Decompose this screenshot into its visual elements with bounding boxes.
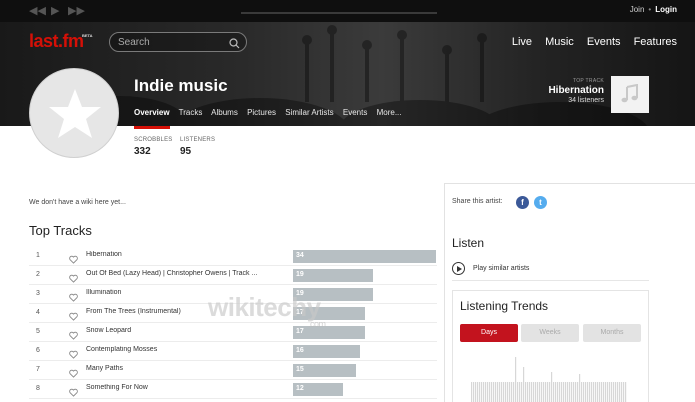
fast-forward-icon[interactable]: ▶▶ xyxy=(68,4,85,18)
top-tracks-list: 1 Hibernation 34 2 Out Of Bed (Lazy Head) | … xyxy=(29,247,437,399)
track-name[interactable]: Contemplating Mosses xyxy=(86,346,281,353)
share-label: Share this artist: xyxy=(452,198,503,205)
listener-count: 12 xyxy=(296,385,304,392)
listener-count-bar: 19 xyxy=(293,269,373,282)
facebook-icon: f xyxy=(521,198,524,207)
track-row[interactable]: 7 Many Paths 15 xyxy=(29,361,437,380)
listening-trends-title: Listening Trends xyxy=(460,299,549,313)
trends-weeks-button[interactable]: Weeks xyxy=(521,324,579,342)
player-bar: ◀◀ ▶ ▶▶ Join • Login xyxy=(0,0,695,22)
tab-similar-artists[interactable]: Similar Artists xyxy=(285,108,333,117)
track-row[interactable]: 5 Snow Leopard 17 xyxy=(29,323,437,342)
listeners-stat: LISTENERS 95 xyxy=(180,137,215,157)
trends-months-button[interactable]: Months xyxy=(583,324,641,342)
top-track-label: TOP TRACK xyxy=(572,78,604,84)
tab-pictures[interactable]: Pictures xyxy=(247,108,276,117)
logo-text: last.fm xyxy=(29,31,84,51)
play-icon[interactable]: ▶ xyxy=(51,4,59,18)
facebook-share-button[interactable]: f xyxy=(516,196,529,209)
top-tracks-title: Top Tracks xyxy=(29,223,92,238)
tab-overview[interactable]: Overview xyxy=(134,108,170,117)
track-number: 8 xyxy=(36,385,40,392)
tab-more[interactable]: More... xyxy=(377,108,402,117)
track-number: 5 xyxy=(36,328,40,335)
track-name[interactable]: Snow Leopard xyxy=(86,327,281,334)
scrobbles-stat: SCROBBLES 332 xyxy=(134,137,172,157)
top-track-name[interactable]: Hibernation xyxy=(548,85,604,96)
listener-count-bar: 12 xyxy=(293,383,343,396)
top-track-listeners: 34 listeners xyxy=(568,97,604,104)
twitter-share-button[interactable]: t xyxy=(534,196,547,209)
listener-count-bar: 17 xyxy=(293,326,365,339)
beta-badge: BETA xyxy=(81,33,93,38)
scrobbles-label: SCROBBLES xyxy=(134,137,173,143)
watermark: wikitechy .com xyxy=(208,292,326,329)
listener-count-bar: 16 xyxy=(293,345,360,358)
play-circle-icon[interactable] xyxy=(452,262,465,275)
divider xyxy=(452,280,649,281)
top-track-thumbnail[interactable] xyxy=(611,76,649,113)
top-track-info: TOP TRACK Hibernation 34 listeners xyxy=(548,78,604,104)
track-row[interactable]: 8 Something For Now 12 xyxy=(29,380,437,399)
nav-live[interactable]: Live xyxy=(512,36,532,48)
heart-icon[interactable] xyxy=(69,384,78,402)
listener-count: 19 xyxy=(296,271,304,278)
lastfm-logo[interactable]: last.fm BETA xyxy=(29,31,93,52)
join-link[interactable]: Join xyxy=(630,5,645,14)
trends-days-button[interactable]: Days xyxy=(460,324,518,342)
music-note-icon xyxy=(621,84,638,103)
tab-albums[interactable]: Albums xyxy=(211,108,238,117)
listener-count-bar: 15 xyxy=(293,364,356,377)
trend-chart xyxy=(471,357,627,402)
search-box xyxy=(109,32,247,52)
track-name[interactable]: Something For Now xyxy=(86,384,281,391)
listener-count: 15 xyxy=(296,366,304,373)
track-number: 1 xyxy=(36,252,40,259)
auth-links: Join • Login xyxy=(629,5,677,14)
nav-music[interactable]: Music xyxy=(545,36,574,48)
main-nav: Live Music Events Features xyxy=(502,36,677,48)
tab-tracks[interactable]: Tracks xyxy=(179,108,203,117)
search-input[interactable] xyxy=(118,36,226,48)
listener-count: 17 xyxy=(296,328,304,335)
tag-tabs: Overview Tracks Albums Pictures Similar … xyxy=(134,108,409,117)
listeners-label: LISTENERS xyxy=(180,137,216,143)
watermark-text: wikitechy xyxy=(208,292,321,322)
playback-progress[interactable] xyxy=(241,12,437,14)
track-number: 2 xyxy=(36,271,40,278)
track-name[interactable]: Out Of Bed (Lazy Head) | Christopher Owe… xyxy=(86,270,281,277)
watermark-domain: .com xyxy=(308,319,326,329)
star-icon xyxy=(49,89,101,138)
scrobbles-value: 332 xyxy=(134,146,151,157)
listener-count: 16 xyxy=(296,347,304,354)
listener-count-bar: 34 xyxy=(293,250,436,263)
nav-events[interactable]: Events xyxy=(587,36,621,48)
listeners-value: 95 xyxy=(180,146,192,157)
avatar xyxy=(29,68,119,158)
track-row[interactable]: 2 Out Of Bed (Lazy Head) | Christopher Ow… xyxy=(29,266,437,285)
track-name[interactable]: Hibernation xyxy=(86,251,281,258)
track-name[interactable]: Many Paths xyxy=(86,365,281,372)
listener-count: 34 xyxy=(296,252,304,259)
track-number: 6 xyxy=(36,347,40,354)
search-icon[interactable] xyxy=(229,36,240,54)
track-number: 4 xyxy=(36,309,40,316)
track-number: 7 xyxy=(36,366,40,373)
track-row[interactable]: 6 Contemplating Mosses 16 xyxy=(29,342,437,361)
track-number: 3 xyxy=(36,290,40,297)
play-similar-link[interactable]: Play similar artists xyxy=(473,265,529,272)
login-link[interactable]: Login xyxy=(655,5,677,14)
rewind-icon[interactable]: ◀◀ xyxy=(29,4,46,18)
wiki-placeholder: We don't have a wiki here yet... xyxy=(29,199,126,206)
active-tab-indicator xyxy=(134,126,170,129)
listen-title: Listen xyxy=(452,236,485,250)
nav-features[interactable]: Features xyxy=(634,36,677,48)
tab-events[interactable]: Events xyxy=(343,108,367,117)
twitter-icon: t xyxy=(539,198,542,207)
track-row[interactable]: 1 Hibernation 34 xyxy=(29,247,437,266)
page-title: Indie music xyxy=(134,76,228,95)
